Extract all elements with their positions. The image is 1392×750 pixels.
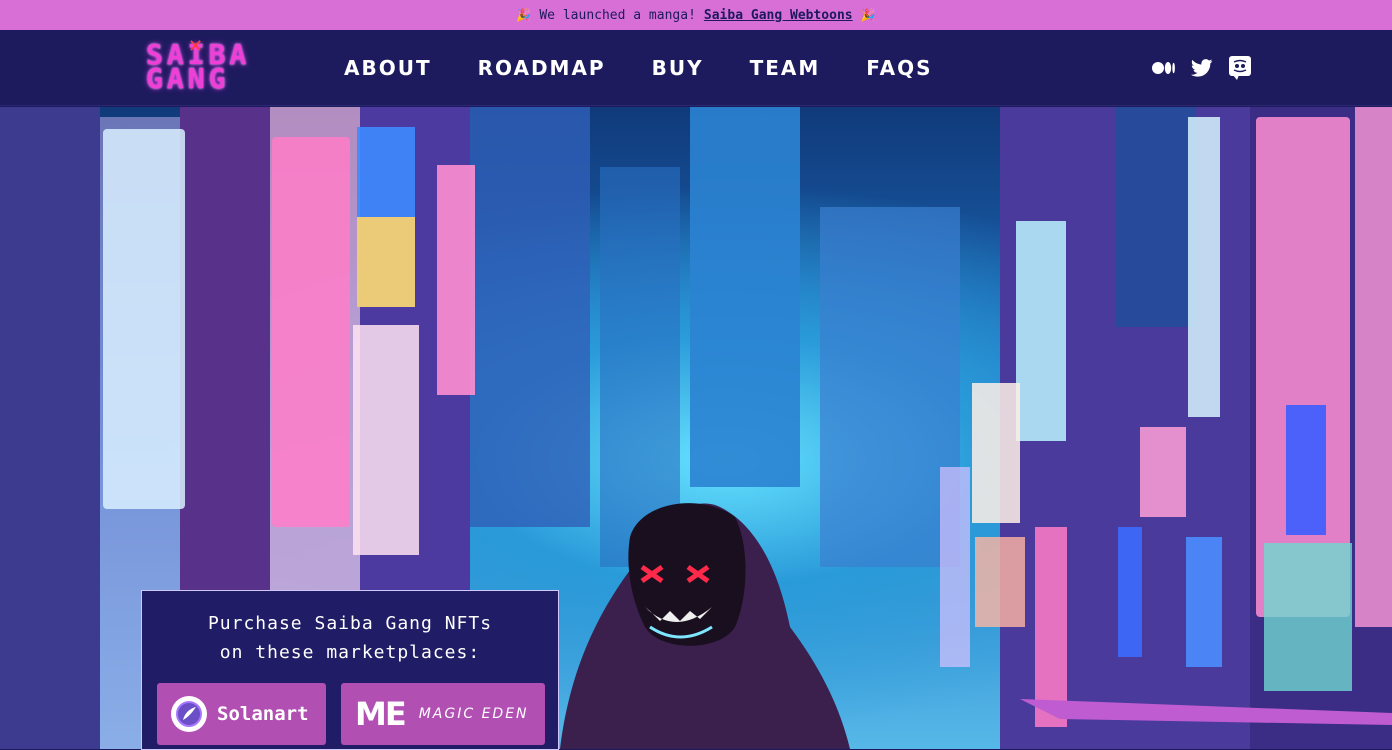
nav-item-team[interactable]: TEAM (750, 56, 821, 80)
magic-eden-label: MAGIC EDEN (418, 706, 529, 722)
saiba-gang-logo[interactable]: SAIBA ✕ GANG (146, 36, 280, 95)
party-popper-icon: 🎉 (516, 8, 532, 22)
purchase-title-line-2: on these marketplaces: (219, 642, 481, 663)
marketplace-purchase-box: Purchase Saiba Gang NFTs on these market… (141, 590, 559, 750)
nav-item-faqs[interactable]: FAQS (866, 56, 932, 80)
social-links (1152, 30, 1252, 106)
solanart-label: Solanart (217, 703, 309, 725)
magic-eden-button[interactable]: ME MAGIC EDEN (341, 683, 545, 745)
solanart-icon (171, 696, 207, 732)
announcement-bar: 🎉 We launched a manga! Saiba Gang Webtoo… (0, 0, 1392, 30)
logo-x-mark: ✕ (188, 36, 204, 57)
purchase-title-line-1: Purchase Saiba Gang NFTs (207, 613, 493, 634)
logo-line-2: GANG (146, 62, 230, 95)
medium-icon[interactable] (1152, 56, 1176, 80)
solanart-button[interactable]: Solanart (157, 683, 326, 745)
nav-item-about[interactable]: ABOUT (344, 56, 432, 80)
purchase-title: Purchase Saiba Gang NFTs on these market… (142, 609, 558, 667)
nav-item-roadmap[interactable]: ROADMAP (478, 56, 606, 80)
nav-menu: ABOUT ROADMAP BUY TEAM FAQS (344, 30, 979, 106)
nav-item-buy[interactable]: BUY (652, 56, 704, 80)
main-navigation: SAIBA ✕ GANG ABOUT ROADMAP BUY TEAM FAQS (0, 30, 1392, 106)
announcement-text: We launched a manga! (539, 7, 696, 23)
magic-eden-logo-icon: ME (355, 695, 407, 733)
discord-icon[interactable] (1228, 56, 1252, 80)
party-popper-icon: 🎉 (860, 8, 876, 22)
webtoons-link[interactable]: Saiba Gang Webtoons (704, 8, 853, 23)
twitter-icon[interactable] (1190, 56, 1214, 80)
